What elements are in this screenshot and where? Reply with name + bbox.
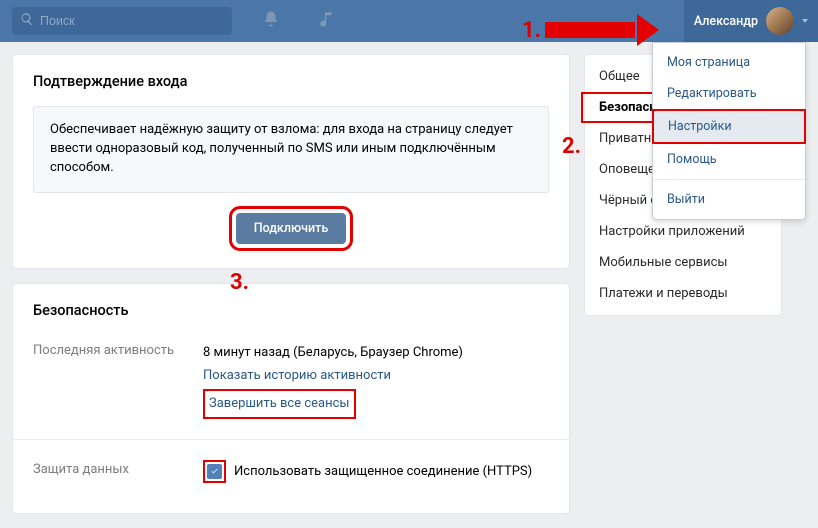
divider	[13, 439, 569, 440]
dd-separator	[653, 179, 805, 180]
dd-edit[interactable]: Редактировать	[653, 78, 805, 109]
security-title: Безопасность	[33, 302, 549, 319]
avatar	[766, 7, 794, 35]
https-label: Использовать защищенное соединение (HTTP…	[234, 460, 532, 483]
card-title: Подтверждение входа	[33, 73, 549, 90]
check-icon	[210, 467, 219, 476]
https-checkbox[interactable]	[207, 464, 222, 479]
security-card: Безопасность Последняя активность 8 мину…	[12, 283, 570, 515]
dd-help[interactable]: Помощь	[653, 144, 805, 175]
sidebar-item-payments[interactable]: Платежи и переводы	[585, 278, 781, 309]
chevron-down-icon	[802, 19, 808, 23]
sidebar-item-mobile[interactable]: Мобильные сервисы	[585, 247, 781, 278]
sidebar-item-apps[interactable]: Настройки приложений	[585, 216, 781, 247]
dd-logout[interactable]: Выйти	[653, 184, 805, 215]
annotation-1: 1.	[522, 14, 659, 46]
activity-value: 8 минут назад (Беларусь, Браузер Chrome)	[203, 341, 549, 364]
data-protect-label: Защита данных	[33, 460, 203, 483]
topbar: Александр	[0, 0, 818, 42]
search-box[interactable]	[12, 7, 232, 35]
annotation-3: 3.	[230, 270, 249, 295]
bell-icon[interactable]	[262, 10, 280, 32]
user-dropdown: Моя страница Редактировать Настройки Пом…	[652, 42, 806, 220]
search-input[interactable]	[40, 14, 224, 28]
connect-button[interactable]: Подключить	[236, 213, 347, 244]
show-history-link[interactable]: Показать историю активности	[203, 368, 391, 383]
card-description: Обеспечивает надёжную защиту от взлома: …	[33, 106, 549, 193]
music-icon[interactable]	[318, 10, 336, 32]
login-confirmation-card: Подтверждение входа Обеспечивает надёжну…	[12, 54, 570, 269]
annotation-2: 2.	[562, 134, 581, 159]
dd-my-page[interactable]: Моя страница	[653, 47, 805, 78]
activity-label: Последняя активность	[33, 341, 203, 419]
dd-settings[interactable]: Настройки	[652, 109, 806, 144]
end-sessions-link[interactable]: Завершить все сеансы	[203, 389, 356, 418]
search-icon	[20, 12, 34, 30]
https-checkbox-highlight	[203, 460, 226, 483]
user-menu-trigger[interactable]: Александр	[684, 0, 818, 42]
username: Александр	[694, 14, 758, 29]
